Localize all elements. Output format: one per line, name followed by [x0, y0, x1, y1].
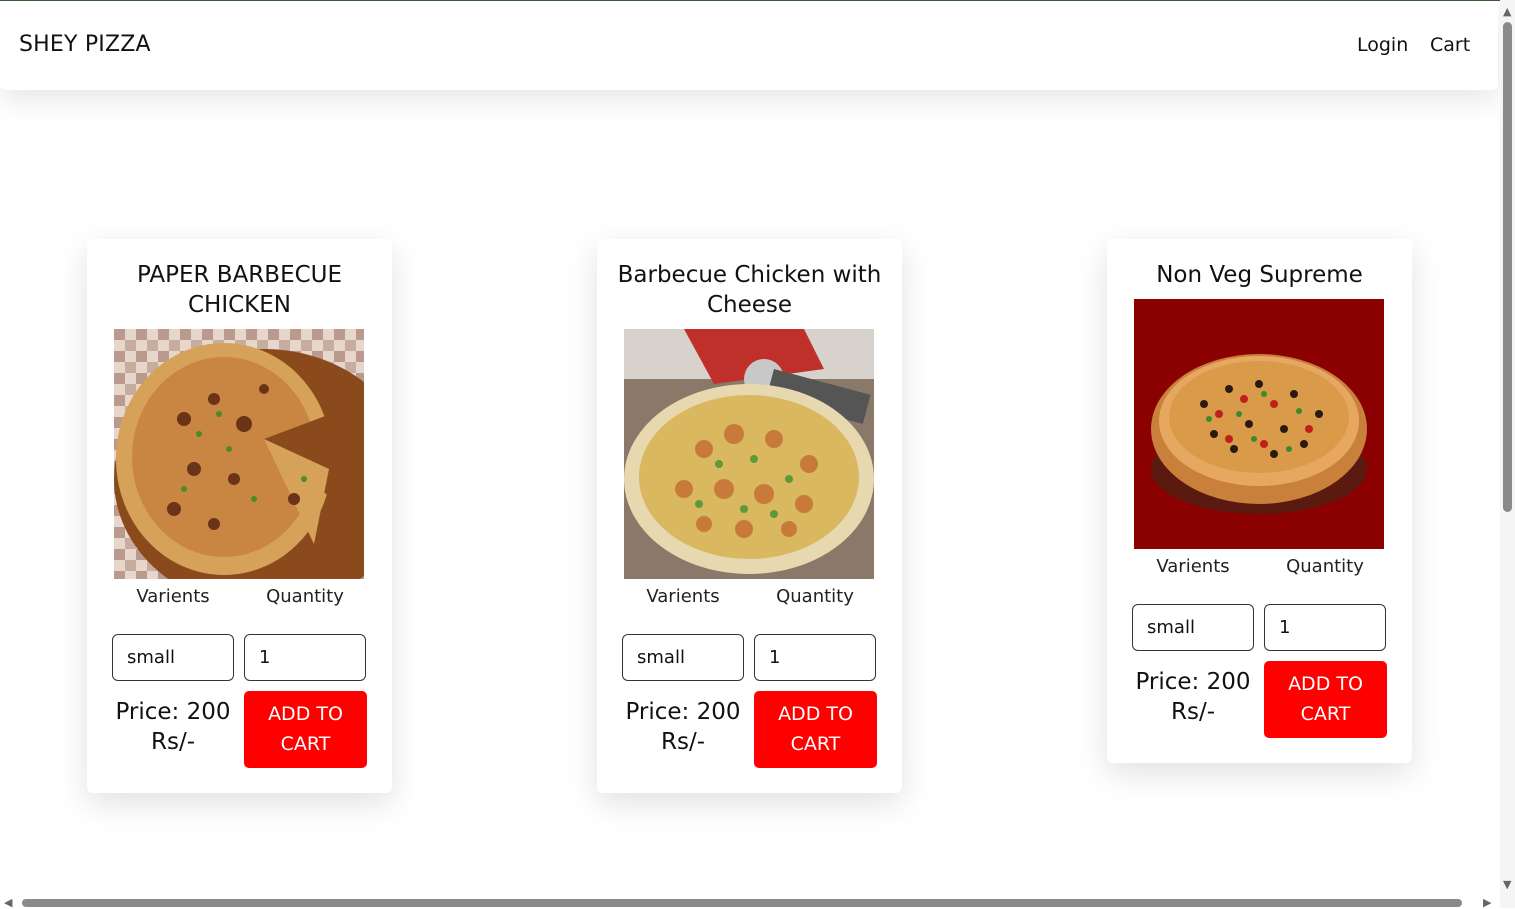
varient-select[interactable]: small — [1132, 604, 1254, 651]
scroll-up-icon[interactable]: ▲ — [1503, 6, 1511, 17]
price-text: Price: 200 Rs/- — [625, 699, 741, 755]
varients-label: Varients — [1156, 556, 1230, 577]
pizza-title: Barbecue Chicken with Cheese — [617, 262, 882, 318]
add-to-cart-button[interactable]: ADD TO CART — [754, 691, 877, 768]
pizza-card: PAPER BARBECUE CHICKEN Varients Quantity… — [87, 239, 392, 793]
quantity-label: Quantity — [266, 586, 344, 607]
quantity-label: Quantity — [776, 586, 854, 607]
brand-logo[interactable]: SHEY PIZZA — [19, 32, 151, 57]
pizza-title: PAPER BARBECUE CHICKEN — [136, 262, 343, 318]
quantity-select[interactable]: 1 — [244, 634, 366, 681]
pizza-image — [624, 329, 874, 579]
quantity-select[interactable]: 1 — [1264, 604, 1386, 651]
scroll-right-icon[interactable]: ▶ — [1483, 897, 1491, 908]
nav-cart-link[interactable]: Cart — [1430, 34, 1470, 56]
navbar: SHEY PIZZA Login Cart — [0, 1, 1498, 90]
pizza-image — [114, 329, 364, 579]
scroll-down-icon[interactable]: ▼ — [1503, 879, 1511, 890]
varient-select[interactable]: small — [112, 634, 234, 681]
pizza-image — [1134, 299, 1384, 549]
varients-label: Varients — [646, 586, 720, 607]
pizza-card: Non Veg Supreme Varients Quantity small … — [1107, 239, 1412, 763]
pizza-card: Barbecue Chicken with Cheese Varients Qu… — [597, 239, 902, 793]
add-to-cart-button[interactable]: ADD TO CART — [1264, 661, 1387, 738]
varient-select[interactable]: small — [622, 634, 744, 681]
price-text: Price: 200 Rs/- — [1135, 669, 1251, 725]
quantity-label: Quantity — [1286, 556, 1364, 577]
add-to-cart-button[interactable]: ADD TO CART — [244, 691, 367, 768]
nav-login-link[interactable]: Login — [1357, 34, 1408, 56]
vertical-scroll-thumb[interactable] — [1503, 22, 1512, 512]
varients-label: Varients — [136, 586, 210, 607]
horizontal-scroll-thumb[interactable] — [22, 899, 1462, 907]
scroll-left-icon[interactable]: ◀ — [4, 897, 12, 908]
pizza-title: Non Veg Supreme — [1156, 262, 1363, 288]
price-text: Price: 200 Rs/- — [115, 699, 231, 755]
quantity-select[interactable]: 1 — [754, 634, 876, 681]
